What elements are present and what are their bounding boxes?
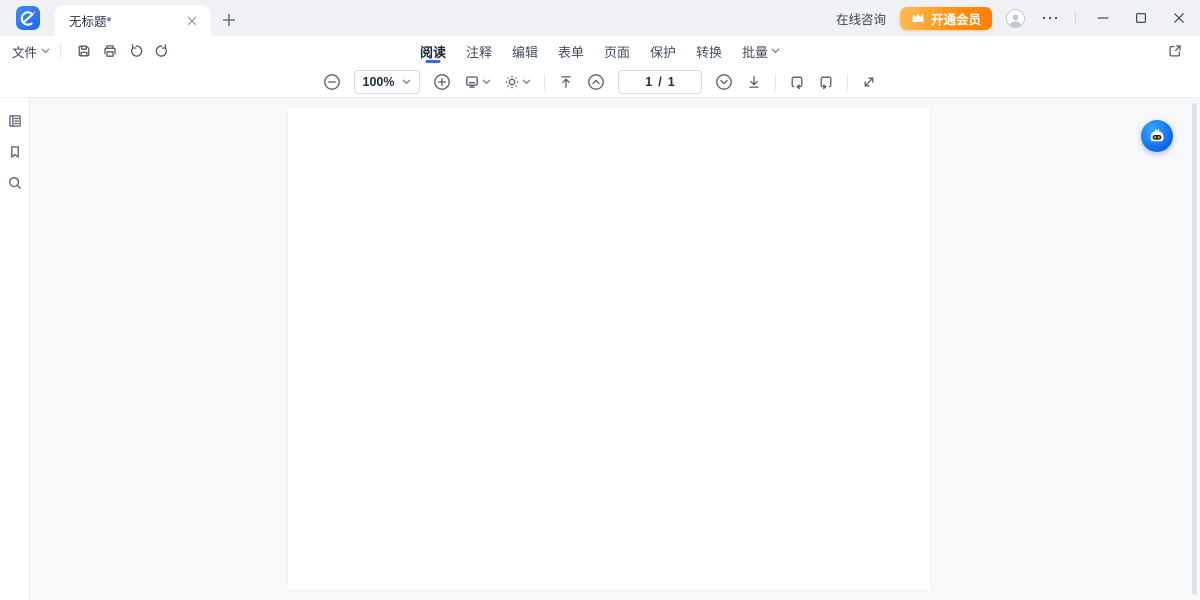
file-menu[interactable]: 文件 [12,42,50,61]
toolbar-divider [544,74,545,90]
search-panel-button[interactable] [4,172,26,194]
file-menu-label: 文件 [12,42,37,61]
online-support-link[interactable]: 在线咨询 [836,9,886,28]
close-button[interactable] [1168,7,1190,29]
membership-button[interactable]: 开通会员 [900,7,992,30]
nav-tab-batch[interactable]: 批量 [742,36,780,66]
page-view-mode-button[interactable] [464,74,491,90]
chevron-down-icon [402,79,411,85]
nav-tab-form[interactable]: 表单 [558,36,584,66]
toolbar: 100% [0,66,1200,98]
membership-label: 开通会员 [931,9,981,28]
print-button[interactable] [99,40,121,62]
more-menu-button[interactable] [1039,7,1061,29]
workspace [0,98,1200,600]
avatar[interactable] [1006,9,1025,28]
document-tab-title: 无标题* [69,11,183,30]
toolbar-divider [847,74,848,90]
thumbnails-panel-button[interactable] [4,110,26,132]
background-theme-button[interactable] [504,74,531,90]
ai-assistant-button[interactable] [1141,120,1173,152]
bookmarks-panel-button[interactable] [4,141,26,163]
chevron-down-icon [482,79,491,85]
rotate-left-button[interactable] [789,74,805,90]
chevron-down-icon [41,48,50,54]
titlebar: 无标题* 在线咨询 开通会员 [0,0,1200,36]
zoom-out-button[interactable] [323,73,341,91]
nav-tab-annotate[interactable]: 注释 [466,36,492,66]
prev-page-button[interactable] [587,73,605,91]
active-tab-underline [425,60,440,63]
crown-icon [911,12,925,24]
next-page-button[interactable] [715,73,733,91]
minimize-button[interactable] [1092,7,1114,29]
nav-tab-convert[interactable]: 转换 [696,36,722,66]
nav-tab-read[interactable]: 阅读 [420,36,446,66]
zoom-in-button[interactable] [433,73,451,91]
open-new-window-button[interactable] [1164,40,1186,62]
chevron-down-icon [771,48,780,54]
tab-close-icon[interactable] [183,12,201,30]
robot-icon [1147,126,1167,146]
titlebar-right-controls: 在线咨询 开通会员 [836,0,1190,36]
redo-button[interactable] [151,40,173,62]
app-logo-icon [16,6,40,30]
rotate-right-button[interactable] [818,74,834,90]
toolbar-divider [775,74,776,90]
document-tab[interactable]: 无标题* [55,5,211,36]
scroll-to-top-button[interactable] [558,74,574,90]
ribbon-tabs: 阅读 注释 编辑 表单 页面 保护 转换 批量 [420,36,780,66]
vertical-scrollbar[interactable] [1192,103,1197,595]
scroll-to-bottom-button[interactable] [746,74,762,90]
fullscreen-button[interactable] [861,74,877,90]
chevron-down-icon [522,79,531,85]
menubar: 文件 [0,36,1200,66]
zoom-level-select[interactable]: 100% [354,70,420,94]
menubar-divider [60,44,61,58]
pdf-editor-window: 无标题* 在线咨询 开通会员 [0,0,1200,600]
zoom-level-value: 100% [363,75,395,89]
page-view-icon [464,74,480,90]
document-page[interactable] [288,108,930,590]
brightness-icon [504,74,520,90]
nav-tab-protect[interactable]: 保护 [650,36,676,66]
nav-tab-page[interactable]: 页面 [604,36,630,66]
current-page: 1 [645,75,652,89]
document-canvas[interactable] [30,98,1200,600]
maximize-button[interactable] [1130,7,1152,29]
total-pages: 1 [668,75,675,89]
nav-tab-edit[interactable]: 编辑 [512,36,538,66]
titlebar-divider [1075,11,1076,25]
page-number-input[interactable]: 1 / 1 [618,70,702,94]
new-tab-button[interactable] [219,10,239,30]
page-separator: / [658,75,661,89]
save-button[interactable] [73,40,95,62]
left-sidebar [0,98,30,600]
undo-button[interactable] [125,40,147,62]
